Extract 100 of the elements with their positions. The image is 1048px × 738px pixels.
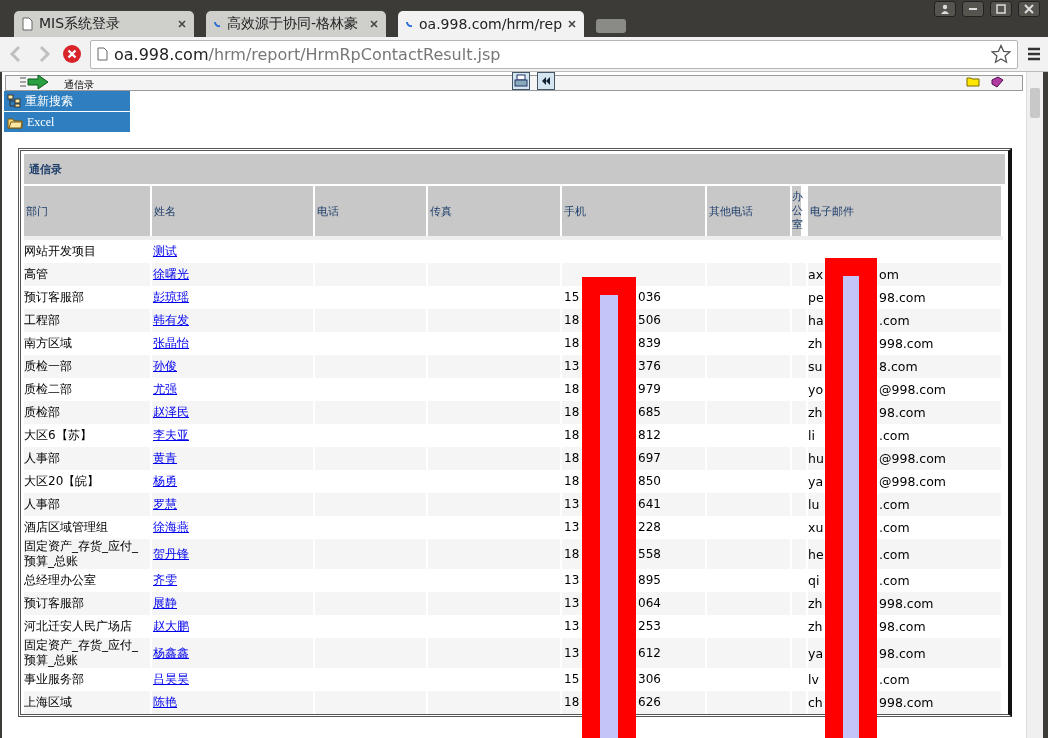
phone-fragment: 13: [564, 359, 581, 374]
user-icon[interactable]: [934, 1, 956, 17]
email-fragment: zh: [808, 596, 824, 611]
email-fragment: zh: [808, 619, 824, 634]
email-fragment: yo: [808, 382, 824, 397]
close-icon[interactable]: [568, 20, 577, 28]
email-fragment: qi: [808, 573, 821, 588]
tab-title: MIS系统登录: [39, 15, 122, 33]
table-cell: 质检部: [24, 401, 152, 424]
printer-icon[interactable]: [512, 72, 530, 90]
column-header: 电子邮件: [808, 186, 1003, 236]
phone-fragment: 685: [638, 405, 662, 420]
name-link[interactable]: 测试: [152, 244, 177, 259]
tab-title: 高效源于协同-格林豪: [227, 15, 360, 33]
close-icon[interactable]: [178, 20, 186, 28]
close-button[interactable]: [1018, 1, 1040, 17]
page-icon: [97, 47, 108, 61]
table-title: 通信录: [24, 154, 1005, 184]
name-link[interactable]: 杨鑫鑫: [152, 645, 189, 661]
phone-fragment: 253: [638, 619, 662, 634]
name-link[interactable]: 彭琼瑶: [152, 290, 189, 305]
menu-button[interactable]: Excel: [4, 112, 130, 132]
page-icon: [22, 17, 33, 31]
name-link[interactable]: 徐海燕: [152, 520, 189, 535]
email-fragment: .com: [879, 497, 911, 512]
toolbar-title: 通信录: [64, 79, 94, 90]
table-cell: 人事部: [24, 447, 152, 470]
menu-icon[interactable]: [1026, 46, 1042, 62]
phone-fragment: 979: [638, 382, 662, 397]
table-cell: 质检一部: [24, 355, 152, 378]
email-fragment: ax: [808, 267, 824, 282]
table-cell: 预订客服部: [24, 592, 152, 615]
phone-fragment: 612: [638, 645, 662, 661]
name-link[interactable]: 陈艳: [152, 695, 177, 710]
address-bar[interactable]: oa.998.com/hrm/report/HrmRpContactResult.jsp: [90, 39, 1018, 69]
column-header: 手机: [562, 186, 707, 236]
arrow-icon: [18, 74, 50, 90]
name-link[interactable]: 尤强: [152, 382, 177, 397]
browser-tab[interactable]: MIS系统登录: [14, 11, 194, 37]
minimize-button[interactable]: [962, 1, 984, 17]
column-header: 其他电话: [707, 186, 792, 236]
browser-tab[interactable]: 高效源于协同-格林豪: [206, 11, 386, 37]
phone-fragment: 895: [638, 573, 662, 588]
name-link[interactable]: 韩有发: [152, 313, 189, 328]
column-header: 姓名: [152, 186, 315, 236]
phone-fragment: 18: [564, 474, 581, 489]
name-link[interactable]: 徐曙光: [152, 267, 189, 282]
book-icon[interactable]: [990, 76, 1004, 88]
name-link[interactable]: 赵泽民: [152, 405, 189, 420]
phone-fragment: 306: [638, 672, 662, 687]
email-fragment: .com: [879, 428, 911, 443]
name-link[interactable]: 李夫亚: [152, 428, 189, 443]
tab-title: oa.998.com/hrm/rep: [419, 16, 563, 32]
star-icon[interactable]: [991, 44, 1011, 64]
phone-fragment: 18: [564, 451, 581, 466]
phone-fragment: 18: [564, 336, 581, 351]
stop-icon[interactable]: [62, 44, 82, 64]
menu-button[interactable]: 重新搜索: [4, 91, 130, 111]
phone-fragment: 839: [638, 336, 662, 351]
email-fragment: 998.com: [879, 695, 935, 710]
spinner-icon: [214, 21, 221, 27]
email-fragment: su: [808, 359, 824, 374]
email-fragment: li: [808, 428, 816, 443]
name-link[interactable]: 孙俊: [152, 359, 177, 374]
url-text: oa.998.com/hrm/report/HrmRpContactResult.jsp: [114, 44, 502, 64]
email-fragment: 98.com: [879, 405, 927, 420]
tree-icon: [7, 94, 21, 108]
new-tab-button[interactable]: [596, 19, 627, 33]
email-fragment: lu: [808, 497, 821, 512]
email-fragment: ya: [808, 474, 824, 489]
scrollbar[interactable]: [1026, 72, 1043, 738]
name-link[interactable]: 赵大鹏: [152, 619, 189, 634]
minimize-icon: [969, 8, 977, 10]
phone-fragment: 558: [638, 546, 662, 562]
name-link[interactable]: 罗慧: [152, 497, 177, 512]
email-fragment: @998.com: [879, 382, 948, 397]
email-fragment: 8.com: [879, 359, 919, 374]
close-icon[interactable]: [370, 20, 378, 28]
name-link[interactable]: 展静: [152, 596, 177, 611]
email-fragment: .com: [879, 313, 911, 328]
phone-fragment: 18: [564, 695, 581, 710]
email-fragment: 98.com: [879, 645, 927, 661]
spinner-icon: [406, 21, 413, 27]
name-link[interactable]: 吕昊昊: [152, 672, 189, 687]
email-fragment: 998.com: [879, 596, 935, 611]
name-link[interactable]: 齐雯: [152, 573, 177, 588]
name-link[interactable]: 杨勇: [152, 474, 177, 489]
name-link[interactable]: 张晶怡: [152, 336, 189, 351]
browser-tab[interactable]: oa.998.com/hrm/rep: [398, 11, 585, 37]
name-link[interactable]: 黄青: [152, 451, 177, 466]
name-link[interactable]: 贺丹锋: [152, 546, 189, 562]
phone-fragment: 064: [638, 596, 662, 611]
column-header: 办公室: [792, 186, 803, 236]
maximize-icon: [996, 4, 1006, 14]
folder-icon[interactable]: [966, 76, 980, 87]
email-fragment: ha: [808, 313, 824, 328]
rewind-icon[interactable]: [537, 72, 555, 90]
email-fragment: zh: [808, 336, 824, 351]
maximize-button[interactable]: [990, 1, 1012, 17]
column-header: 电话: [315, 186, 428, 236]
